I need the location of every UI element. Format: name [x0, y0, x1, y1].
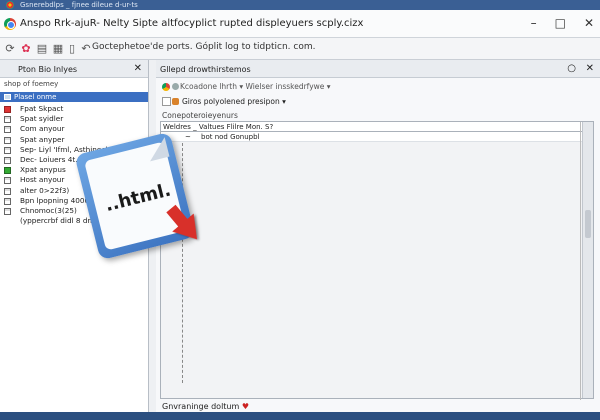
back-icon[interactable]: ↶ [80, 42, 92, 55]
file-icon [4, 187, 11, 195]
maximize-button[interactable]: □ [555, 16, 566, 30]
browser-logo-icon[interactable] [162, 83, 170, 91]
right-panel-header: Gllepd drowthirstemos ○ ✕ [156, 60, 600, 78]
options-icon[interactable]: ○ [567, 63, 576, 74]
app-title: Anspo Rrk-ajuR- Nelty Sipte altfocyplict… [20, 18, 364, 29]
left-panel-header: Pton Bio Inlyes ✕ [0, 60, 148, 78]
tree-item-label: Spat syidler [20, 114, 64, 124]
left-panel-subtitle: shop of foemey [4, 80, 59, 88]
close-button[interactable]: ✕ [584, 16, 594, 30]
left-panel-title: Pton Bio Inlyes [18, 65, 78, 74]
browser-logo-icon [6, 1, 14, 9]
tree-item-label: Com anyour [20, 124, 65, 134]
file-icon [4, 116, 11, 124]
app-logo-icon [4, 18, 16, 30]
html-file-badge: ..html. [72, 128, 230, 276]
window-controls: – □ ✕ [531, 16, 594, 30]
tree-item-label: Spat anyper [20, 134, 65, 144]
os-titlebar-text: Gsnerebdlps _ fjnee dileue d-ur-ts [20, 1, 138, 9]
column-divider[interactable] [580, 122, 581, 400]
document-icon[interactable]: ▤ [36, 42, 48, 55]
tree-item[interactable]: Spat syidler [4, 114, 148, 124]
green-item-icon [4, 167, 11, 175]
status-bar [0, 412, 600, 420]
os-titlebar: Gsnerebdlps _ fjnee dileue d-ur-ts [0, 0, 600, 10]
file-icon [4, 207, 11, 215]
html-file-label: ..html. [102, 179, 173, 217]
toolbar: ⟳ ✿ ▤ ▦ ▯ ↶ Goctephetoe'de ports. Góplit… [0, 38, 600, 60]
tree-item-label: Host anyour [20, 175, 65, 185]
file-icon [4, 146, 11, 154]
vertical-scrollbar[interactable] [582, 122, 593, 398]
tree-item-label: alter 0>22f3) [20, 185, 70, 195]
minimize-button[interactable]: – [531, 16, 537, 30]
tree-item-label: Fpat Skpact [20, 104, 64, 113]
file-icon [4, 177, 11, 185]
file-icon [4, 136, 11, 144]
page-icon[interactable]: ▯ [66, 42, 78, 55]
footer-text: Gnvraninge doltum [162, 402, 240, 411]
package-icon [172, 98, 179, 105]
tree-item[interactable]: Fpat Skpact [4, 104, 148, 114]
close-panel-icon[interactable]: ✕ [586, 63, 594, 74]
html-file-icon: ..html. [74, 131, 196, 261]
app-header: Anspo Rrk-ajuR- Nelty Sipte altfocyplict… [0, 10, 600, 38]
right-panel-footer: Gnvraninge doltum ♥ [162, 402, 249, 411]
tree-item-label: Chnomoc(3(25) [20, 205, 77, 215]
tree-item-selected-label: Plasel onme [14, 93, 57, 101]
palette-icon[interactable]: ✿ [20, 42, 32, 55]
file-icon [4, 126, 11, 134]
preset-dropdown[interactable]: Giros polyolened presipon ▾ [160, 95, 286, 108]
tree-item-label: Xpat anypus [20, 165, 66, 175]
circle-icon[interactable] [172, 83, 179, 90]
file-icon [4, 156, 11, 164]
address-text[interactable]: Goctephetoe'de ports. Góplit log to tidp… [92, 42, 315, 52]
section-label: Conepoteroieyenurs [162, 111, 238, 120]
right-panel-toolbar: Kcoadone lhrth ▾ Wielser insskedrfywe ▾ [156, 79, 600, 94]
close-panel-icon[interactable]: ✕ [134, 63, 142, 74]
folder-icon [4, 94, 11, 100]
table-icon[interactable]: ▦ [52, 42, 64, 55]
tree-item-selected[interactable]: Plasel onme [0, 92, 148, 102]
toolbar-dropdowns[interactable]: Kcoadone lhrth ▾ Wielser insskedrfywe ▾ [180, 82, 331, 91]
checkbox-icon[interactable] [162, 97, 171, 106]
right-panel-title: Gllepd drowthirstemos [160, 65, 251, 74]
scrollbar-thumb[interactable] [585, 210, 591, 238]
refresh-icon[interactable]: ⟳ [4, 42, 16, 55]
file-icon [4, 197, 11, 205]
red-item-icon [4, 106, 11, 113]
preset-dropdown-label: Giros polyolened presipon ▾ [182, 97, 286, 106]
heart-icon: ♥ [241, 402, 250, 411]
